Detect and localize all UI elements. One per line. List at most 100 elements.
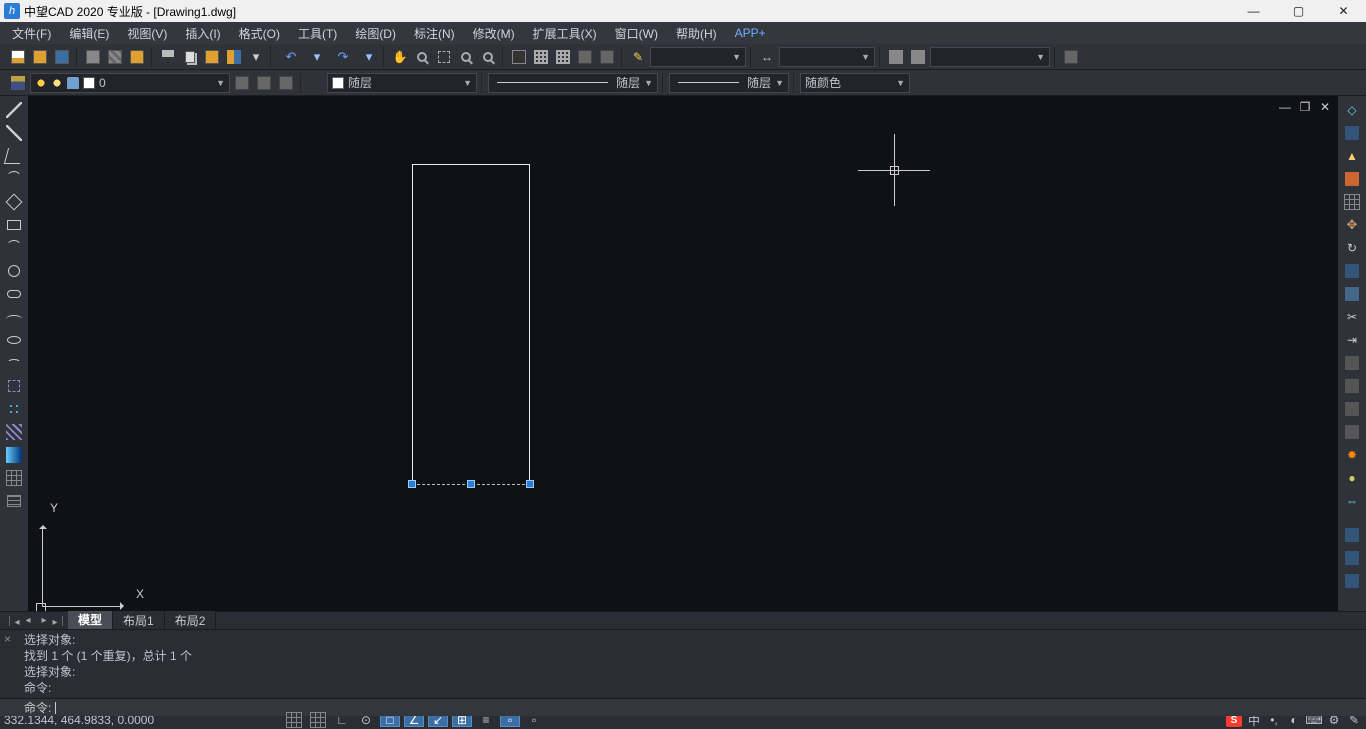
properties-button[interactable] [575, 47, 595, 67]
layer-walk-button[interactable] [276, 73, 296, 93]
ellipse-arc-tool[interactable] [3, 353, 25, 373]
zoom-window-button[interactable] [434, 47, 454, 67]
tile-v-button[interactable] [908, 47, 928, 67]
new-button[interactable] [8, 47, 28, 67]
scale-tool[interactable] [1341, 261, 1363, 281]
point-tool[interactable] [3, 399, 25, 419]
zoom-prev-button[interactable] [456, 47, 476, 67]
construction-line-tool[interactable] [3, 123, 25, 143]
arc3p-tool[interactable] [3, 238, 25, 258]
save-button[interactable] [52, 47, 72, 67]
batch-print-button[interactable] [105, 47, 125, 67]
circle-tool[interactable] [3, 261, 25, 281]
match-prop-button[interactable] [224, 47, 244, 67]
copy-button[interactable] [180, 47, 200, 67]
drawn-rectangle[interactable] [412, 164, 530, 484]
layer-iso-button[interactable] [254, 73, 274, 93]
match-more-button[interactable]: ▾ [246, 47, 266, 67]
minimize-button[interactable]: — [1231, 0, 1276, 22]
mirror-tool[interactable]: ▲ [1341, 146, 1363, 166]
menu-help[interactable]: 帮助(H) [668, 23, 725, 44]
menu-app-plus[interactable]: APP+ [727, 24, 774, 42]
menu-modify[interactable]: 修改(M) [465, 23, 523, 44]
stretch-tool[interactable] [1341, 284, 1363, 304]
print-button[interactable] [83, 47, 103, 67]
trim-tool[interactable]: ✂ [1341, 307, 1363, 327]
toggle-grid[interactable] [308, 713, 328, 727]
menu-view[interactable]: 视图(V) [119, 23, 175, 44]
tab-last-button[interactable]: ▸｜ [52, 614, 68, 628]
highlight-button[interactable]: ✎ [628, 47, 648, 67]
workspace-select[interactable]: ▼ [930, 47, 1050, 67]
tab-next-button[interactable]: ▸ [36, 614, 52, 628]
command-close-button[interactable]: × [4, 632, 11, 646]
insert-block-button[interactable] [509, 47, 529, 67]
command-input[interactable]: 命令: [0, 698, 1366, 716]
tab-first-button[interactable]: ｜◂ [4, 614, 20, 628]
ellipse-tool[interactable] [3, 330, 25, 350]
revcloud-tool[interactable] [3, 284, 25, 304]
grip-mid[interactable] [467, 480, 475, 488]
tab-model[interactable]: 模型 [68, 610, 113, 631]
erase-tool[interactable]: ◇ [1341, 100, 1363, 120]
color-select[interactable]: 随层 ▼ [327, 73, 477, 93]
toggle-snap[interactable] [284, 713, 304, 727]
layer-manager-button[interactable] [8, 73, 28, 93]
redo-button[interactable]: ↷ [329, 47, 357, 67]
move-tool[interactable]: ✥ [1341, 215, 1363, 235]
menu-format[interactable]: 格式(O) [231, 23, 288, 44]
table-style-button[interactable] [553, 47, 573, 67]
rectangle-tool[interactable] [3, 215, 25, 235]
doc-restore-button[interactable]: ❐ [1298, 100, 1312, 114]
rotate-tool[interactable]: ↻ [1341, 238, 1363, 258]
region-tool[interactable] [3, 468, 25, 488]
gradient-tool[interactable] [3, 445, 25, 465]
line-tool[interactable] [3, 100, 25, 120]
layer-stack-3[interactable] [1341, 571, 1363, 591]
cut-button[interactable] [158, 47, 178, 67]
plotstyle-select[interactable]: 随颜色 ▼ [800, 73, 910, 93]
layer-select[interactable]: 0 ▼ [30, 73, 230, 93]
dim-quick-button[interactable]: ↔ [757, 47, 777, 67]
layer-prev-button[interactable] [232, 73, 252, 93]
zoom-drop[interactable] [478, 47, 498, 67]
hatch-tool[interactable] [3, 422, 25, 442]
dim-tool[interactable]: ⇔ [1341, 491, 1363, 511]
menu-tools[interactable]: 工具(T) [290, 23, 345, 44]
table-tool[interactable] [3, 491, 25, 511]
doc-minimize-button[interactable]: — [1278, 100, 1292, 114]
linetype-select[interactable]: 随层 ▼ [488, 73, 658, 93]
polygon-tool[interactable] [3, 192, 25, 212]
explode-tool[interactable]: ✸ [1341, 445, 1363, 465]
zoom-realtime-button[interactable] [412, 47, 432, 67]
print-preview-button[interactable] [127, 47, 147, 67]
fillet-tool[interactable] [1341, 422, 1363, 442]
join-tool[interactable] [1341, 376, 1363, 396]
maximize-button[interactable]: ▢ [1276, 0, 1321, 22]
arc-tool[interactable] [3, 169, 25, 189]
pan-button[interactable]: ✋ [390, 47, 410, 67]
table-button[interactable] [531, 47, 551, 67]
polyline-tool[interactable] [3, 146, 25, 166]
layer-stack-1[interactable] [1341, 525, 1363, 545]
tile-h-button[interactable] [886, 47, 906, 67]
tab-layout1[interactable]: 布局1 [113, 611, 165, 630]
copy-tool[interactable] [1341, 123, 1363, 143]
tab-layout2[interactable]: 布局2 [165, 611, 217, 630]
extend-tool[interactable]: ⇥ [1341, 330, 1363, 350]
menu-file[interactable]: 文件(F) [4, 23, 59, 44]
design-center-button[interactable] [597, 47, 617, 67]
break-tool[interactable] [1341, 353, 1363, 373]
lineweight-select[interactable]: 随层 ▼ [669, 73, 789, 93]
undo-drop[interactable]: ▾ [307, 47, 327, 67]
cleanscreen-button[interactable] [1061, 47, 1081, 67]
doc-close-button[interactable]: ✕ [1318, 100, 1332, 114]
redo-drop[interactable]: ▾ [359, 47, 379, 67]
highlight-style-select[interactable]: ▼ [650, 47, 746, 67]
paste-button[interactable] [202, 47, 222, 67]
insert-tool[interactable] [3, 376, 25, 396]
close-button[interactable]: ✕ [1321, 0, 1366, 22]
layer-stack-2[interactable] [1341, 548, 1363, 568]
drawing-canvas[interactable]: — ❐ ✕ Y X [28, 96, 1338, 611]
grip-end[interactable] [526, 480, 534, 488]
